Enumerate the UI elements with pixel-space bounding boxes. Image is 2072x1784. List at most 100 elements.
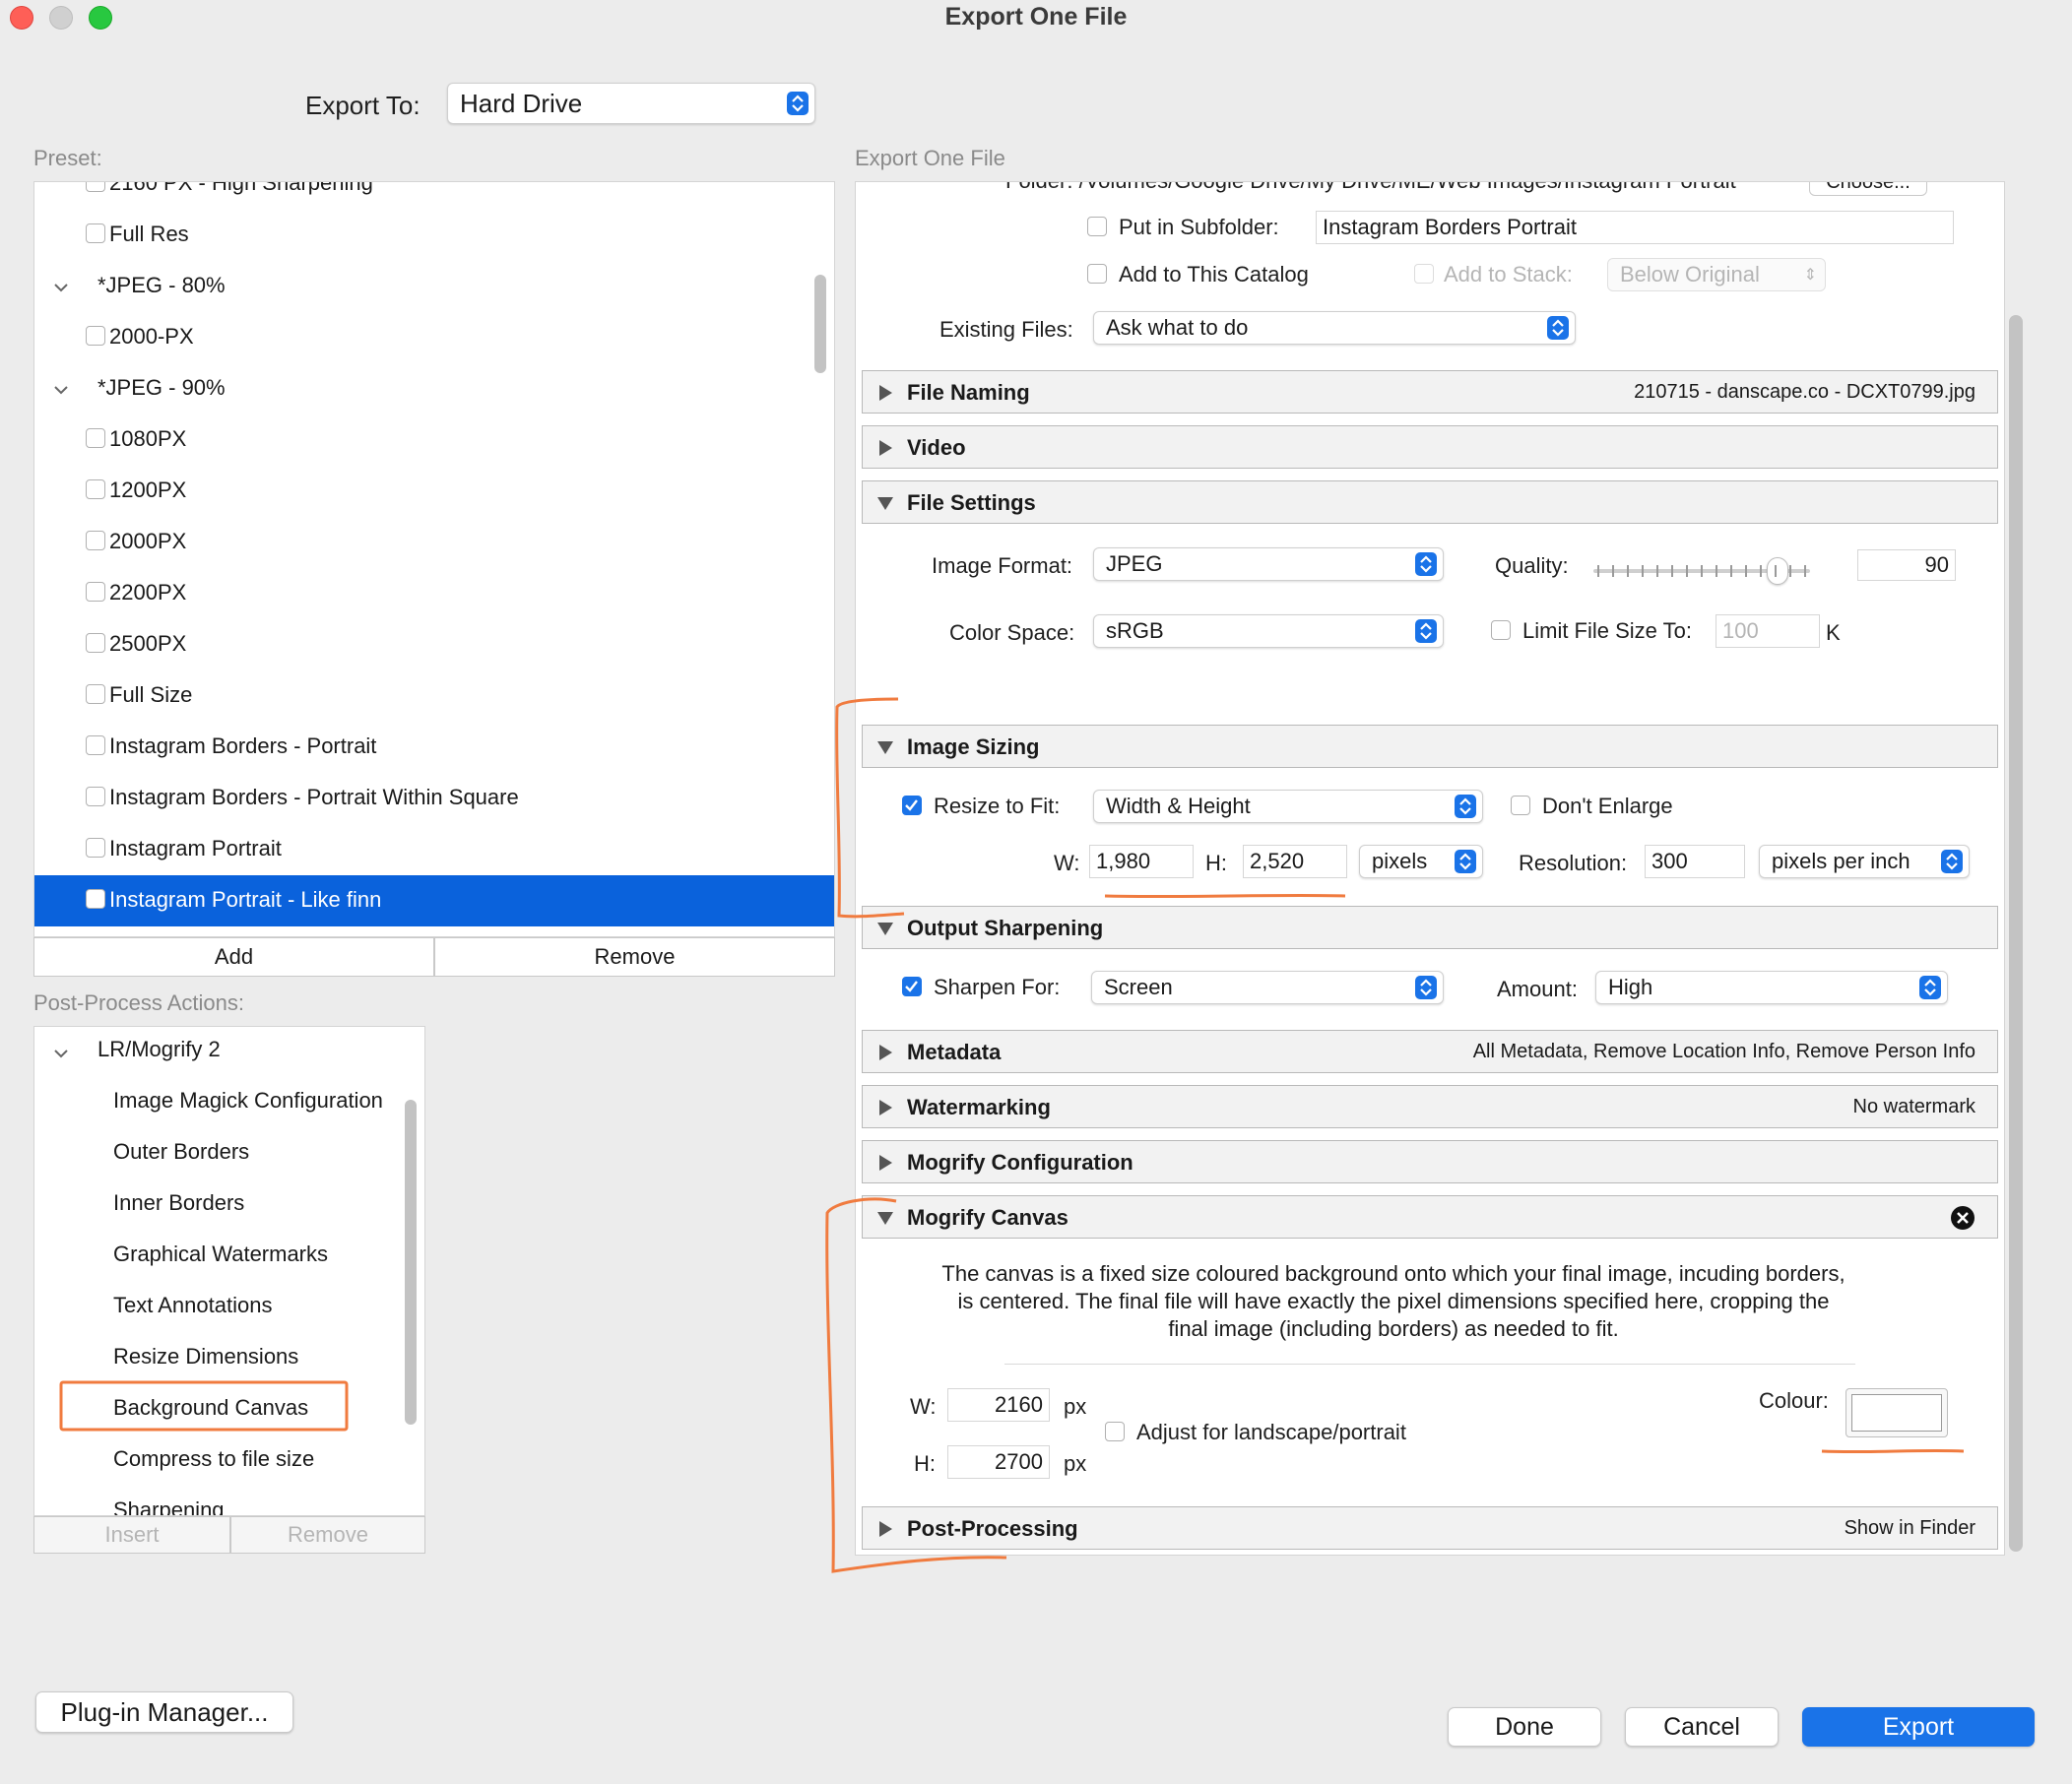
resolution-unit-select[interactable]: pixels per inch [1759, 845, 1970, 878]
subfolder-input[interactable]: Instagram Borders Portrait [1316, 211, 1954, 244]
preset-checkbox[interactable] [86, 735, 105, 755]
quality-slider[interactable] [1593, 557, 1810, 585]
preset-item[interactable]: Full Size [34, 670, 834, 722]
post-process-item[interactable]: Resize Dimensions [113, 1344, 298, 1370]
preset-checkbox[interactable] [86, 889, 105, 909]
preset-item[interactable]: Instagram Borders - Portrait Within Squa… [34, 773, 834, 824]
post-process-item[interactable]: Graphical Watermarks [113, 1242, 328, 1267]
post-process-remove-button[interactable]: Remove [230, 1516, 425, 1554]
preset-checkbox[interactable] [86, 326, 105, 346]
post-process-group[interactable]: LR/Mogrify 2 [34, 1027, 424, 1078]
post-process-item[interactable]: Inner Borders [113, 1190, 244, 1216]
done-button[interactable]: Done [1448, 1707, 1601, 1747]
preset-item[interactable]: Instagram Portrait - Like finn [34, 875, 834, 926]
resolution-input[interactable]: 300 [1645, 845, 1745, 878]
slider-tick [1804, 565, 1806, 577]
preset-item[interactable]: 2160 PX - High Sharpening [34, 182, 834, 210]
size-unit-select[interactable]: pixels [1359, 845, 1483, 878]
section-image-sizing[interactable]: Image Sizing [862, 725, 1998, 768]
preset-remove-button[interactable]: Remove [434, 937, 835, 977]
preset-item[interactable]: Instagram Borders - Portrait [34, 722, 834, 773]
image-format-select[interactable]: JPEG [1093, 547, 1444, 581]
cancel-button[interactable]: Cancel [1625, 1707, 1779, 1747]
chevron-down-icon[interactable] [52, 279, 70, 296]
preset-list[interactable]: 2160 PX - High Sharpening Full Res *JPEG -… [33, 181, 835, 937]
preset-item[interactable]: 2500PX [34, 619, 834, 670]
chevron-down-icon[interactable] [52, 1045, 70, 1062]
post-process-list[interactable]: LR/Mogrify 2 Image Magick Configuration Ou… [33, 1026, 425, 1516]
folder-path: Folder: /Volumes/Google Drive/My Drive/M… [1005, 182, 1736, 194]
preset-checkbox[interactable] [86, 223, 105, 243]
post-process-item[interactable]: Compress to file size [113, 1446, 314, 1472]
post-process-item[interactable]: Text Annotations [113, 1293, 272, 1318]
existing-files-label: Existing Files: [939, 317, 1073, 342]
limit-file-size-checkbox[interactable] [1491, 620, 1511, 640]
put-in-subfolder-label: Put in Subfolder: [1119, 215, 1279, 239]
color-space-select[interactable]: sRGB [1093, 614, 1444, 648]
put-in-subfolder-checkbox[interactable] [1087, 217, 1107, 236]
canvas-width-input[interactable]: 2160 [947, 1388, 1050, 1422]
section-watermarking[interactable]: Watermarking No watermark [862, 1085, 1998, 1128]
preset-item[interactable]: 2000-PX [34, 312, 834, 363]
preset-item[interactable]: 1200PX [34, 466, 834, 517]
section-file-naming[interactable]: File Naming 210715 - danscape.co - DCXT0… [862, 370, 1998, 414]
quality-slider-thumb[interactable] [1767, 557, 1788, 585]
preset-item[interactable]: 1080PX [34, 414, 834, 466]
post-process-item[interactable]: Background Canvas [113, 1395, 308, 1421]
post-process-insert-button[interactable]: Insert [33, 1516, 230, 1554]
export-to-select[interactable]: Hard Drive [447, 83, 815, 124]
add-to-stack-select[interactable]: Below Original ⇕ [1607, 258, 1826, 291]
preset-checkbox[interactable] [86, 684, 105, 704]
preset-checkbox[interactable] [86, 838, 105, 858]
add-to-stack-checkbox[interactable] [1414, 264, 1434, 284]
height-input[interactable]: 2,520 [1243, 845, 1347, 878]
adjust-orientation-checkbox[interactable] [1105, 1422, 1125, 1441]
preset-checkbox[interactable] [86, 582, 105, 602]
post-process-item[interactable]: Sharpening [113, 1497, 225, 1515]
amount-select[interactable]: High [1595, 971, 1948, 1004]
section-title: Mogrify Canvas [907, 1205, 1068, 1230]
resize-mode-select[interactable]: Width & Height [1093, 790, 1483, 823]
export-button[interactable]: Export [1802, 1707, 2035, 1747]
sharpen-for-checkbox[interactable] [902, 977, 922, 996]
preset-checkbox[interactable] [86, 531, 105, 550]
post-process-item[interactable]: Image Magick Configuration [113, 1088, 383, 1114]
preset-group[interactable]: *JPEG - 80% [34, 261, 834, 312]
preset-item[interactable]: 2000PX [34, 517, 834, 568]
canvas-width-unit: px [1064, 1394, 1087, 1419]
preset-group[interactable]: *JPEG - 90% [34, 363, 834, 414]
colour-well[interactable] [1845, 1388, 1948, 1437]
preset-item[interactable]: Full Res [34, 210, 834, 261]
section-video[interactable]: Video [862, 425, 1998, 469]
preset-item[interactable]: Instagram Portrait [34, 824, 834, 875]
chevron-down-icon[interactable] [52, 381, 70, 399]
sharpen-for-select[interactable]: Screen [1091, 971, 1444, 1004]
existing-files-select[interactable]: Ask what to do [1093, 311, 1576, 345]
preset-checkbox[interactable] [86, 787, 105, 806]
width-input[interactable]: 1,980 [1089, 845, 1194, 878]
section-post-processing[interactable]: Post-Processing Show in Finder [862, 1506, 1998, 1550]
canvas-height-input[interactable]: 2700 [947, 1445, 1050, 1479]
remove-section-icon[interactable] [1950, 1205, 1975, 1231]
section-output-sharpening[interactable]: Output Sharpening [862, 906, 1998, 949]
preset-checkbox[interactable] [86, 633, 105, 653]
resize-to-fit-checkbox[interactable] [902, 796, 922, 815]
post-process-item[interactable]: Outer Borders [113, 1139, 249, 1165]
quality-input[interactable]: 90 [1857, 549, 1956, 581]
preset-checkbox[interactable] [86, 479, 105, 499]
preset-checkbox[interactable] [86, 428, 105, 448]
section-mogrify-canvas[interactable]: Mogrify Canvas [862, 1195, 1998, 1239]
section-metadata[interactable]: Metadata All Metadata, Remove Location I… [862, 1030, 1998, 1073]
limit-file-size-input[interactable]: 100 [1716, 614, 1820, 648]
dont-enlarge-checkbox[interactable] [1511, 796, 1530, 815]
add-to-catalog-checkbox[interactable] [1087, 264, 1107, 284]
choose-folder-button[interactable]: Choose... [1809, 182, 1927, 196]
plugin-manager-button[interactable]: Plug-in Manager... [35, 1691, 293, 1733]
preset-checkbox[interactable] [86, 182, 105, 192]
section-file-settings[interactable]: File Settings [862, 480, 1998, 524]
post-process-scrollbar[interactable] [405, 1100, 417, 1425]
preset-add-button[interactable]: Add [33, 937, 434, 977]
section-mogrify-configuration[interactable]: Mogrify Configuration [862, 1140, 1998, 1183]
preset-item[interactable]: 2200PX [34, 568, 834, 619]
settings-scrollbar[interactable] [2009, 315, 2023, 1552]
